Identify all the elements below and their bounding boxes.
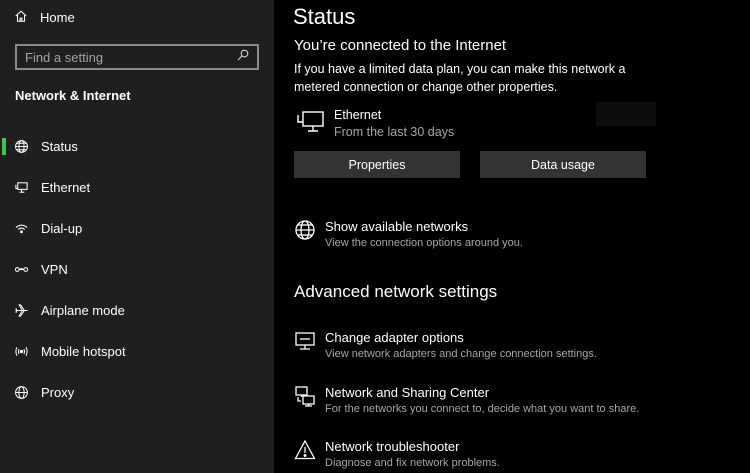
sharing-center-icon [294, 385, 316, 407]
sidebar: Home Find a setting Network & Internet S… [0, 0, 274, 473]
sidebar-item-label: VPN [41, 262, 68, 277]
sidebar-item-label: Ethernet [41, 180, 91, 195]
data-usage-button[interactable]: Data usage [480, 151, 646, 178]
sidebar-item-vpn[interactable]: VPN [0, 249, 274, 290]
search-input[interactable]: Find a setting [15, 44, 259, 70]
sidebar-item-label: Status [41, 139, 78, 154]
sharing-center-description: For the networks you connect to, decide … [325, 403, 640, 415]
section-title: Network & Internet [15, 88, 131, 103]
dial-up-icon [14, 221, 29, 236]
sidebar-item-label: Airplane mode [41, 303, 125, 318]
home-icon [14, 9, 28, 26]
show-networks-title: Show available networks [325, 219, 469, 234]
troubleshooter-description: Diagnose and fix network problems. [325, 457, 500, 469]
hotspot-icon [14, 344, 29, 359]
adapter-usage-period: From the last 30 days [334, 125, 455, 139]
troubleshooter-title: Network troubleshooter [325, 439, 460, 454]
globe-icon [14, 139, 29, 154]
show-networks-description: View the connection options around you. [325, 237, 523, 249]
sidebar-item-status[interactable]: Status [0, 126, 274, 167]
adapter-icon [294, 330, 316, 352]
sidebar-item-label: Proxy [41, 385, 75, 400]
properties-button[interactable]: Properties [294, 151, 460, 178]
adapter-name: Ethernet [334, 108, 382, 122]
sidebar-nav: Status Ethernet Dial-up VPN Airplane mod… [0, 126, 274, 413]
sharing-center-title: Network and Sharing Center [325, 385, 490, 400]
connection-heading: You’re connected to the Internet [294, 37, 507, 54]
airplane-icon [14, 303, 29, 318]
search-icon[interactable] [237, 48, 249, 66]
sidebar-item-dial-up[interactable]: Dial-up [0, 208, 274, 249]
sidebar-item-mobile-hotspot[interactable]: Mobile hotspot [0, 331, 274, 372]
warning-icon [294, 439, 316, 461]
home-link[interactable]: Home [14, 6, 75, 28]
vpn-icon [14, 262, 29, 277]
connection-description: If you have a limited data plan, you can… [294, 62, 626, 94]
active-indicator [2, 138, 6, 155]
main-content: Status You’re connected to the Internet … [274, 0, 750, 473]
globe-icon [14, 385, 29, 400]
globe-icon [294, 219, 316, 241]
change-adapter-title: Change adapter options [325, 330, 464, 345]
ethernet-icon [14, 180, 29, 195]
advanced-settings-heading: Advanced network settings [294, 282, 498, 301]
search-placeholder: Find a setting [25, 49, 104, 65]
sidebar-item-ethernet[interactable]: Ethernet [0, 167, 274, 208]
home-label: Home [40, 9, 75, 25]
redacted-usage-value [596, 102, 656, 126]
change-adapter-description: View network adapters and change connect… [325, 348, 597, 360]
sidebar-item-label: Mobile hotspot [41, 344, 126, 359]
sidebar-item-label: Dial-up [41, 221, 83, 236]
sidebar-item-airplane-mode[interactable]: Airplane mode [0, 290, 274, 331]
sidebar-item-proxy[interactable]: Proxy [0, 372, 274, 413]
ethernet-icon [296, 110, 326, 136]
page-title: Status [293, 4, 356, 29]
